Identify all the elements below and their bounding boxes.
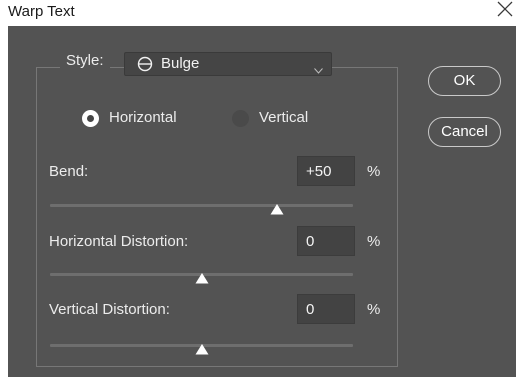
- chevron-down-icon: [314, 61, 323, 74]
- bend-unit: %: [367, 163, 381, 180]
- radio-unselected-icon: [232, 110, 249, 127]
- style-label: Style:: [60, 50, 110, 72]
- cancel-button[interactable]: Cancel: [428, 117, 501, 147]
- window-title: Warp Text: [8, 3, 75, 20]
- title-bar: Warp Text: [0, 0, 516, 26]
- horizontal-distortion-slider-thumb[interactable]: [195, 271, 209, 284]
- vertical-distortion-input[interactable]: 0: [297, 294, 355, 324]
- style-dropdown[interactable]: Bulge: [124, 52, 332, 76]
- bend-label: Bend:: [49, 163, 89, 180]
- ok-button[interactable]: OK: [428, 66, 501, 96]
- horizontal-distortion-input[interactable]: 0: [297, 226, 355, 256]
- bend-slider-track[interactable]: [50, 204, 353, 207]
- style-selected-value: Bulge: [161, 55, 200, 72]
- horizontal-label: Horizontal: [109, 109, 177, 126]
- horizontal-distortion-unit: %: [367, 233, 381, 250]
- vertical-distortion-label: Vertical Distortion:: [49, 301, 170, 318]
- vertical-label: Vertical: [259, 109, 309, 126]
- horizontal-distortion-label: Horizontal Distortion:: [49, 233, 189, 250]
- close-icon[interactable]: [494, 0, 516, 22]
- radio-selected-icon: [82, 110, 99, 127]
- vertical-distortion-slider-thumb[interactable]: [195, 342, 209, 355]
- bend-slider-thumb[interactable]: [270, 202, 284, 215]
- bend-input[interactable]: +50: [297, 156, 355, 186]
- bulge-shape-icon: [137, 56, 153, 72]
- vertical-distortion-unit: %: [367, 301, 381, 318]
